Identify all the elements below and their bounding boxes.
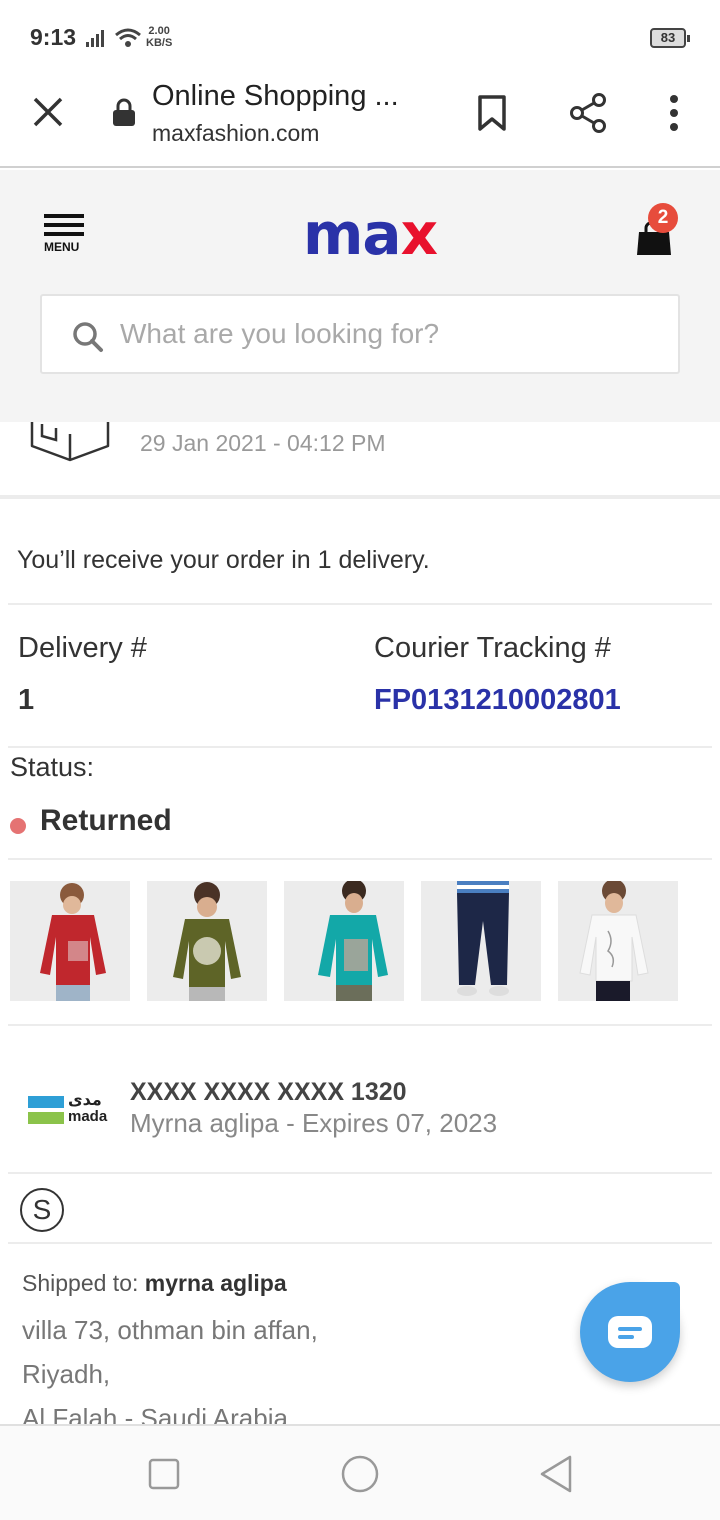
- order-date: 29 Jan 2021 - 04:12 PM: [140, 430, 386, 456]
- shipped-to-name: myrna aglipa: [144, 1270, 287, 1296]
- package-icon: [30, 422, 110, 462]
- more-options-icon[interactable]: [664, 94, 684, 132]
- logo-text-x: x: [400, 200, 438, 268]
- max-logo[interactable]: max: [303, 200, 438, 268]
- wifi-icon: [115, 28, 141, 47]
- delivery-message: You’ll receive your order in 1 delivery.: [17, 546, 430, 574]
- navy-jogger-pants-image: [421, 881, 541, 1001]
- shipped-to: Shipped to: myrna aglipa: [22, 1270, 287, 1297]
- page-url[interactable]: maxfashion.com: [152, 120, 319, 147]
- divider: [8, 858, 712, 860]
- page-title[interactable]: Online Shopping ...: [152, 80, 399, 113]
- close-icon[interactable]: [32, 96, 64, 128]
- card-holder: Myrna aglipa - Expires 07, 2023: [130, 1108, 498, 1138]
- mada-blue-bar: [28, 1096, 64, 1108]
- status-time: 9:13: [30, 24, 77, 50]
- search-box[interactable]: [40, 294, 680, 374]
- divider: [8, 746, 712, 748]
- product-thumbnail[interactable]: [147, 881, 267, 1001]
- product-thumbnail[interactable]: [421, 881, 541, 1001]
- red-long-sleeve-tee-image: [10, 881, 130, 1001]
- olive-tiger-print-tee-image: [147, 881, 267, 1001]
- chat-button[interactable]: [580, 1282, 680, 1382]
- address-line-1: villa 73, othman bin affan,: [22, 1315, 318, 1345]
- net-speed-value: 2.00: [148, 25, 170, 37]
- delivery-number-label: Delivery #: [18, 632, 147, 664]
- mada-latin: mada: [68, 1108, 108, 1125]
- divider: [8, 1242, 712, 1244]
- mada-logo: مدى mada: [28, 1090, 114, 1128]
- mada-green-bar: [28, 1112, 64, 1124]
- share-icon[interactable]: [568, 92, 608, 134]
- hamburger-icon: [44, 214, 84, 236]
- back-icon[interactable]: [538, 1454, 574, 1494]
- search-input[interactable]: [120, 310, 660, 358]
- net-speed: 2.00 KB/S: [146, 25, 172, 49]
- divider: [8, 1172, 712, 1174]
- site-header: MENU max 2: [0, 170, 720, 422]
- logo-text-main: ma: [303, 200, 402, 268]
- divider: [8, 1024, 712, 1026]
- bookmark-icon[interactable]: [476, 94, 508, 132]
- address-line-2: Riyadh,: [22, 1359, 111, 1389]
- net-speed-unit: KB/S: [146, 37, 173, 49]
- recent-apps-icon[interactable]: [148, 1458, 180, 1490]
- lock-icon: [113, 98, 135, 126]
- tracking-number-label: Courier Tracking #: [374, 632, 611, 664]
- white-script-tee-image: [558, 881, 678, 1001]
- android-nav-bar: [0, 1424, 720, 1520]
- delivery-number-value: 1: [18, 684, 35, 716]
- product-thumbnail[interactable]: [10, 881, 130, 1001]
- status-bar: 9:13 2.00 KB/S 83: [0, 0, 720, 72]
- tracking-number-link[interactable]: FP0131210002801: [374, 684, 621, 717]
- status-label: Status:: [10, 752, 95, 782]
- chat-icon: [608, 1316, 652, 1348]
- teal-graphic-tee-image: [284, 881, 404, 1001]
- status-value: Returned: [40, 804, 172, 837]
- browser-toolbar: Online Shopping ... maxfashion.com: [0, 72, 720, 168]
- battery-indicator: 83: [650, 28, 690, 48]
- status-dot: [10, 818, 26, 834]
- section-divider: [0, 495, 720, 499]
- cart-count-badge: 2: [648, 203, 678, 233]
- divider: [8, 603, 712, 605]
- shipped-to-label: Shipped to:: [22, 1270, 139, 1296]
- product-thumbnail[interactable]: [284, 881, 404, 1001]
- mada-arabic: مدى: [68, 1090, 102, 1109]
- currency-icon: S: [20, 1188, 64, 1232]
- search-icon: [73, 322, 103, 352]
- menu-label: MENU: [44, 240, 80, 254]
- product-thumbnail[interactable]: [558, 881, 678, 1001]
- card-number: XXXX XXXX XXXX 1320: [130, 1078, 407, 1106]
- home-icon[interactable]: [340, 1454, 380, 1494]
- signal-icon: [86, 30, 104, 47]
